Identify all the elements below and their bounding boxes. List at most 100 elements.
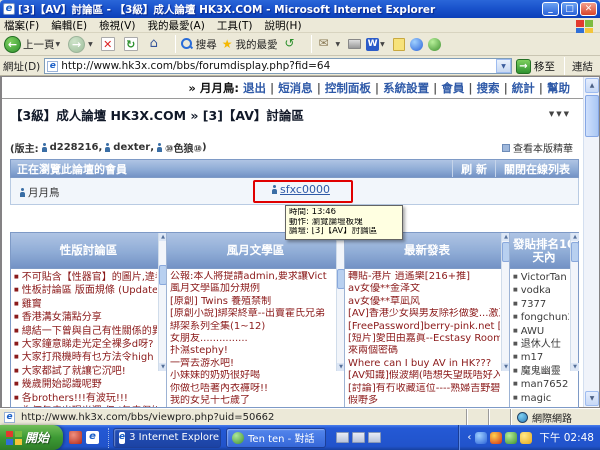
close-button[interactable]: ✕ bbox=[580, 2, 597, 16]
thread-link[interactable]: 公報:本人將提請admin,要求讓Vict bbox=[170, 271, 335, 283]
quick-launch-ie-icon[interactable]: e bbox=[86, 431, 99, 444]
thread-link[interactable]: 幾歲開始認識呢野 bbox=[14, 378, 157, 391]
column-scrollbar[interactable]: ▲▼ bbox=[158, 233, 166, 371]
language-bar[interactable] bbox=[331, 432, 386, 443]
discuss-button[interactable] bbox=[393, 38, 405, 51]
print-button[interactable] bbox=[348, 39, 361, 49]
tray-ime-icon[interactable] bbox=[490, 432, 502, 444]
column-header[interactable]: 發貼排名10天內 bbox=[510, 233, 578, 269]
thread-link[interactable]: 性板討論區 版面規條 (Updates - 2 bbox=[14, 284, 157, 297]
refresh-button[interactable]: ↻ bbox=[124, 37, 142, 51]
user-nav-link[interactable]: 控制面板 bbox=[325, 81, 371, 95]
title-bar[interactable]: e [3]【AV】討論區 - 【3級】成人論壇 HK3X.COM - Micro… bbox=[0, 0, 600, 18]
thread-link[interactable]: [討論]有冇收藏這位----熟婦吉野碧vi bbox=[348, 383, 500, 395]
thread-link[interactable]: 綁架系列全集(1~12) bbox=[170, 321, 335, 333]
thread-link[interactable]: 風月文學區加分規例 bbox=[170, 283, 335, 295]
user-nav-link[interactable]: 搜索 bbox=[477, 81, 500, 95]
icq-button[interactable] bbox=[428, 38, 441, 51]
poster-link[interactable]: 7377 bbox=[513, 298, 569, 311]
column-header[interactable]: 性版討論區 bbox=[11, 233, 166, 269]
back-dropdown-icon[interactable]: ▼ bbox=[56, 41, 61, 48]
thread-link[interactable]: 大家打飛機時有乜方法令high d? bbox=[14, 351, 157, 364]
poster-link[interactable]: AWU bbox=[513, 325, 569, 338]
address-input[interactable]: e http://www.hk3x.com/bbs/forumdisplay.p… bbox=[44, 58, 512, 74]
column-scrollbar[interactable]: ▲▼ bbox=[570, 233, 578, 371]
thread-link[interactable]: 一齊去游水吧! bbox=[170, 358, 335, 370]
thread-link[interactable]: 大家鐘意睇走光定全裸多d呀? bbox=[14, 338, 157, 351]
mail-dropdown-icon[interactable]: ▼ bbox=[336, 41, 341, 48]
thread-link[interactable]: av女優**草凪风 bbox=[348, 296, 500, 308]
poster-link[interactable]: m17 bbox=[513, 351, 569, 364]
thread-link[interactable]: 香港溝女蒲點分享 bbox=[14, 311, 157, 324]
search-button[interactable]: 搜尋 bbox=[181, 37, 217, 52]
stop-button[interactable]: ✕ bbox=[101, 37, 119, 51]
collapse-arrows-icon[interactable]: ▼▼▼ bbox=[549, 110, 571, 118]
menu-item[interactable]: 檔案(F) bbox=[4, 18, 39, 33]
go-button[interactable]: → 移至 bbox=[516, 59, 555, 74]
user-nav-link[interactable]: 退出 bbox=[243, 81, 266, 95]
column-scrollbar[interactable]: ▲▼ bbox=[336, 233, 344, 371]
start-button[interactable]: 開始 bbox=[0, 425, 63, 450]
links-label[interactable]: 連結 bbox=[572, 59, 593, 74]
moderator-name[interactable]: dexter bbox=[113, 142, 150, 153]
thread-link[interactable]: [AV知識]假波網(唔想失望既唔好入)[ bbox=[348, 370, 500, 382]
moderator-name[interactable]: ⑩色狼⑩ bbox=[165, 140, 202, 155]
thread-link[interactable]: 為何包皮出現光澤,但d包皮保好 bbox=[14, 405, 157, 407]
home-button[interactable]: ⌂ bbox=[147, 37, 165, 51]
thread-link[interactable]: Where can I buy AV in HK??? bbox=[348, 358, 500, 370]
user-nav-link[interactable]: 會員 bbox=[441, 81, 464, 95]
favorites-button[interactable]: ★我的最愛 bbox=[222, 37, 278, 52]
poster-link[interactable]: p1712 bbox=[513, 405, 569, 407]
taskbar-clock[interactable]: 下午 02:48 bbox=[539, 430, 594, 445]
edit-dropdown-icon[interactable]: ▼ bbox=[380, 41, 385, 48]
thread-link[interactable]: 總結一下曾與自己有性關係的異性 bbox=[14, 325, 157, 338]
refresh-online-link[interactable]: 刷 新 bbox=[452, 160, 495, 177]
history-button[interactable]: ↺ bbox=[283, 37, 301, 51]
thread-link[interactable]: 我的女兒十七歲了 bbox=[170, 395, 335, 407]
moderator-name[interactable]: d228216 bbox=[50, 142, 99, 153]
tray-chevron-icon[interactable]: ‹ bbox=[467, 432, 471, 443]
thread-link[interactable]: 大家都試了就讓它沉吧! bbox=[14, 365, 157, 378]
thread-link[interactable]: 不可貼含【性器官】的圖片,違者 bbox=[14, 271, 157, 284]
user-nav-link[interactable]: 短消息 bbox=[278, 81, 313, 95]
thread-link[interactable]: [AV]香港少女與男友除衫做愛...激正 bbox=[348, 308, 500, 320]
quick-launch-icon-1[interactable] bbox=[69, 431, 82, 444]
maximize-button[interactable]: □ bbox=[561, 2, 578, 16]
thread-link[interactable]: [原創小說]綁架終章--出賣霍氏兄弟 bbox=[170, 308, 335, 320]
poster-link[interactable]: magic bbox=[513, 392, 569, 405]
page-scrollbar[interactable]: ▲ ▼ bbox=[583, 77, 599, 407]
poster-link[interactable]: 魔鬼幽靈 bbox=[513, 365, 569, 378]
messenger-button[interactable] bbox=[410, 38, 423, 51]
forward-dropdown-icon[interactable]: ▼ bbox=[88, 41, 93, 48]
poster-link[interactable]: man76527 bbox=[513, 378, 569, 391]
thread-link[interactable]: av女優**金泽文 bbox=[348, 283, 500, 295]
thread-link[interactable]: 轉貼-港片 逍遙樂[216+推] bbox=[348, 271, 500, 283]
pen-input-icon[interactable] bbox=[352, 432, 365, 443]
ime-options-icon[interactable] bbox=[368, 432, 381, 443]
scrollbar-thumb[interactable] bbox=[585, 95, 599, 137]
menu-item[interactable]: 我的最愛(A) bbox=[147, 18, 204, 33]
thread-link[interactable]: 扑濕stephy! bbox=[170, 345, 335, 357]
poster-link[interactable]: fongchun2003 bbox=[513, 311, 569, 324]
poster-link[interactable]: vodka bbox=[513, 284, 569, 297]
breadcrumb[interactable]: 【3級】成人論壇 HK3X.COM » [3]【AV】討論區 bbox=[10, 105, 510, 124]
tray-icq-icon[interactable] bbox=[505, 432, 517, 444]
scroll-up-icon[interactable]: ▲ bbox=[585, 78, 599, 93]
thread-link[interactable]: [FreePassword]berry-pink.net [216+10 bbox=[348, 321, 500, 333]
address-dropdown-icon[interactable]: ▼ bbox=[496, 59, 511, 73]
online-member[interactable]: 月月鳥 bbox=[17, 185, 60, 200]
close-online-list-link[interactable]: 關閉在線列表 bbox=[495, 160, 578, 177]
poster-link[interactable]: VictorTan bbox=[513, 271, 569, 284]
menu-item[interactable]: 編輯(E) bbox=[51, 18, 87, 33]
back-button[interactable]: ← 上一頁▼ bbox=[4, 36, 63, 53]
poster-link[interactable]: 退休人仕 bbox=[513, 338, 569, 351]
thread-link[interactable]: 假嘢多 bbox=[348, 395, 500, 407]
view-digest-link[interactable]: 查看本版精華 bbox=[502, 140, 573, 155]
tray-alert-icon[interactable] bbox=[520, 432, 532, 444]
scroll-down-icon[interactable]: ▼ bbox=[585, 391, 599, 406]
edit-button[interactable]: W ▼ bbox=[366, 38, 388, 51]
menu-item[interactable]: 檢視(V) bbox=[99, 18, 135, 33]
taskbar-button-ie-group[interactable]: e 3 Internet Explorer ▼ bbox=[113, 428, 221, 448]
user-nav-link[interactable]: 幫助 bbox=[547, 81, 570, 95]
mail-button[interactable]: ✉ ▼ bbox=[317, 37, 344, 51]
